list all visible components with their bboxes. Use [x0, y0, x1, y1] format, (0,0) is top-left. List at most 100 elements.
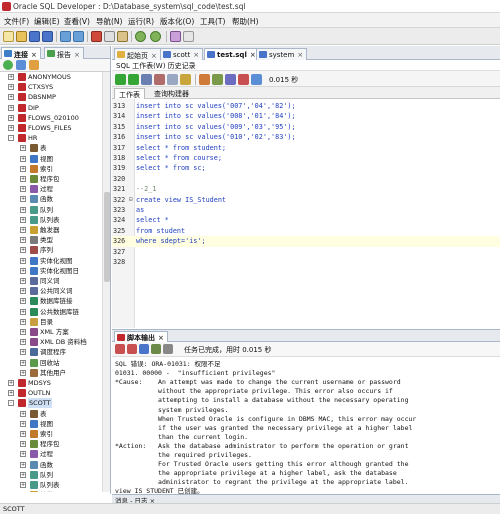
filter-icon[interactable] [29, 60, 39, 70]
tab-connections[interactable]: 连接 × [1, 47, 41, 59]
expand-icon[interactable]: + [20, 431, 26, 437]
forward-icon[interactable] [150, 31, 161, 42]
code-line[interactable]: 317 select * from student; [112, 143, 500, 153]
code-line[interactable]: 313 insert into sc values('007','04','82'… [112, 101, 500, 111]
code-line[interactable]: 328 [112, 257, 500, 267]
tab-test-sql[interactable]: test.sql × [204, 48, 260, 60]
menu-edit[interactable]: 编辑(E) [34, 16, 60, 27]
back-icon[interactable] [135, 31, 146, 42]
menu-file[interactable]: 文件(F) [4, 16, 29, 27]
copy-icon[interactable] [104, 31, 115, 42]
expand-icon[interactable]: + [20, 237, 26, 244]
run-script-icon[interactable] [128, 74, 139, 85]
save-all-icon[interactable] [42, 31, 53, 42]
format-icon[interactable] [225, 74, 236, 85]
close-icon[interactable]: × [74, 51, 80, 59]
expand-icon[interactable]: + [8, 94, 14, 101]
expand-icon[interactable]: + [20, 267, 26, 274]
menu-tools[interactable]: 工具(T) [200, 16, 225, 27]
expand-icon[interactable]: + [20, 349, 26, 356]
rollback-icon[interactable] [154, 74, 165, 85]
expand-icon[interactable]: + [20, 420, 26, 427]
explain-plan-icon[interactable] [167, 74, 178, 85]
tab-query-builder[interactable]: 查询构建器 [150, 88, 193, 99]
new-file-icon[interactable] [3, 31, 14, 42]
autotrace-icon[interactable] [180, 74, 191, 85]
code-line[interactable]: 322 ⊟ create view IS_Student [112, 195, 500, 205]
code-line[interactable]: 321 --2_1 [112, 184, 500, 194]
fold-icon[interactable]: ⊟ [129, 195, 133, 205]
save-output-icon[interactable] [139, 344, 149, 354]
expand-icon[interactable]: + [20, 369, 26, 376]
menu-view[interactable]: 查看(V) [64, 16, 90, 27]
close-icon[interactable]: × [193, 51, 199, 59]
expand-icon[interactable]: + [20, 227, 26, 233]
add-connection-icon[interactable] [3, 60, 13, 70]
tab-worksheet[interactable]: 工作表 [114, 88, 145, 99]
code-line[interactable]: 324 select * [112, 215, 500, 225]
expand-icon[interactable]: + [20, 278, 26, 284]
expand-icon[interactable]: + [20, 145, 26, 152]
close-icon[interactable]: × [158, 334, 164, 342]
menu-help[interactable]: 帮助(H) [232, 16, 259, 27]
expand-icon[interactable]: + [20, 471, 26, 478]
code-line[interactable]: 315 insert into sc values('009','03','95'… [112, 122, 500, 132]
expand-icon[interactable]: + [8, 74, 14, 80]
expand-icon[interactable]: + [20, 196, 26, 203]
eraser-icon[interactable] [238, 74, 249, 85]
expand-icon[interactable]: + [8, 84, 14, 91]
expand-icon[interactable]: + [20, 451, 26, 458]
code-line[interactable]: 316 insert into sc values('010','02','83'… [112, 132, 500, 142]
refresh-icon[interactable] [16, 60, 26, 70]
connection-selector-icon[interactable] [251, 74, 262, 85]
expand-icon[interactable]: + [20, 318, 26, 325]
expand-icon[interactable]: + [20, 247, 26, 254]
paste-icon[interactable] [117, 31, 128, 42]
expand-icon[interactable]: + [20, 165, 26, 172]
expand-icon[interactable]: + [20, 461, 26, 468]
expand-icon[interactable]: + [20, 155, 26, 162]
cut-icon[interactable] [91, 31, 102, 42]
tab-start-page[interactable]: 起始页 × [114, 48, 161, 60]
print-icon[interactable] [151, 344, 161, 354]
dropdown-arrow-icon[interactable] [183, 31, 194, 42]
expand-icon[interactable]: + [8, 114, 14, 121]
expand-icon[interactable]: + [8, 125, 14, 131]
code-line[interactable]: 325 from student [112, 226, 500, 236]
code-line[interactable]: 323 as [112, 205, 500, 215]
collapse-icon[interactable]: - [8, 135, 14, 142]
expand-icon[interactable]: + [20, 359, 26, 366]
sql-code-editor[interactable]: 313 insert into sc values('007','04','82'… [112, 99, 500, 328]
expand-icon[interactable]: + [8, 390, 14, 397]
expand-icon[interactable]: + [20, 257, 26, 264]
save-icon[interactable] [29, 31, 40, 42]
expand-icon[interactable]: + [20, 308, 26, 315]
tab-reports[interactable]: 报告 × [44, 47, 84, 59]
expand-icon[interactable]: + [20, 206, 26, 213]
pin-icon[interactable] [115, 344, 125, 354]
expand-icon[interactable]: + [20, 441, 26, 448]
close-icon[interactable]: × [250, 51, 256, 59]
open-folder-icon[interactable] [16, 31, 27, 42]
code-line[interactable]: 318 select * from course; [112, 153, 500, 163]
tab-output-icon[interactable] [163, 344, 173, 354]
tree-scrollbar[interactable] [102, 72, 110, 492]
code-line[interactable]: 320 [112, 174, 500, 184]
expand-icon[interactable]: + [8, 104, 14, 111]
clear-icon[interactable] [199, 74, 210, 85]
menu-run[interactable]: 运行(R) [128, 16, 154, 27]
code-line[interactable]: 314 insert into sc values('008','01','84'… [112, 111, 500, 121]
worksheet-history-bar[interactable]: SQL 工作表(W) 历史记录 [112, 60, 500, 71]
close-icon[interactable]: × [31, 51, 37, 59]
redo-icon[interactable] [73, 31, 84, 42]
clear-output-icon[interactable] [127, 344, 137, 354]
close-icon[interactable]: × [151, 52, 157, 60]
expand-icon[interactable]: + [20, 329, 26, 335]
tab-system[interactable]: system × [256, 48, 308, 60]
expand-icon[interactable]: + [20, 186, 26, 193]
undo-icon[interactable] [60, 31, 71, 42]
expand-icon[interactable]: + [20, 216, 26, 223]
expand-icon[interactable]: + [20, 176, 26, 182]
collapse-icon[interactable]: - [8, 400, 14, 407]
tab-script-output[interactable]: 脚本输出 × [114, 331, 168, 342]
